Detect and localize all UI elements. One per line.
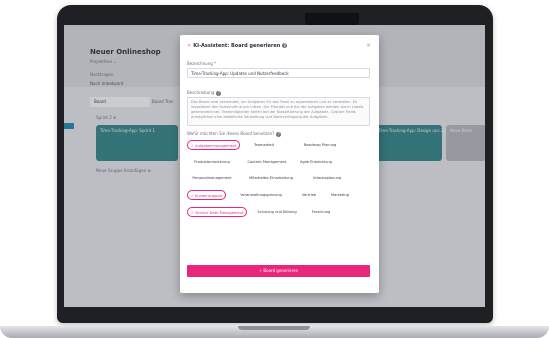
description-label: Beschreibung? bbox=[187, 90, 222, 96]
usage-chip[interactable]: Marketing bbox=[326, 190, 354, 200]
description-textarea[interactable]: Das Board wird verwendet, um Aufgaben fü… bbox=[187, 97, 370, 126]
usage-chip[interactable]: Teamarbeit bbox=[248, 140, 280, 150]
laptop-base-notch bbox=[238, 326, 310, 330]
usage-chip[interactable]: Kundensupport bbox=[187, 190, 227, 200]
help-icon[interactable]: ? bbox=[216, 90, 222, 96]
close-icon[interactable]: × bbox=[366, 42, 371, 49]
usage-chip[interactable]: Forschung bbox=[308, 207, 334, 217]
description-label-text: Beschreibung bbox=[187, 90, 215, 95]
usage-chip[interactable]: Content Management bbox=[242, 157, 292, 167]
usage-chip[interactable]: Veranstaltungsplanung bbox=[232, 190, 290, 200]
modal-title: ✧ KI-Assistent: Board generieren? bbox=[187, 43, 288, 49]
usage-chip[interactable]: Agile Entwicklung bbox=[296, 157, 336, 167]
generate-board-button[interactable]: ✧ Board generieren bbox=[187, 265, 370, 277]
modal-title-text: KI-Assistent: Board generieren bbox=[193, 43, 281, 49]
usage-chip[interactable]: Service Desk Management bbox=[187, 207, 248, 217]
usage-chip[interactable]: Mitarbeiter-Einarbeitung bbox=[242, 173, 300, 183]
help-icon[interactable]: ? bbox=[276, 131, 282, 137]
usage-chip[interactable]: Schulung und Bildung bbox=[252, 207, 302, 217]
magic-wand-icon: ✧ bbox=[187, 43, 192, 49]
usage-chip[interactable]: Personalmanagement bbox=[187, 173, 237, 183]
usage-chip[interactable]: Aufgabenmanagement bbox=[187, 140, 241, 150]
ai-board-modal: ✧ KI-Assistent: Board generieren? × Bezei… bbox=[180, 35, 379, 293]
usage-label: Wofür möchten Sie dieses Board benutzen?… bbox=[187, 131, 282, 137]
usage-label-text: Wofür möchten Sie dieses Board benutzen? bbox=[187, 131, 275, 136]
laptop-screen: Neuer Onlineshop Projektfase ⌄ Nachtrage… bbox=[64, 25, 485, 307]
usage-chip[interactable]: Produktentwicklung bbox=[187, 157, 237, 167]
name-label: Bezeichnung * bbox=[187, 61, 217, 66]
usage-chip[interactable]: Urlaubsplanung bbox=[308, 173, 346, 183]
help-icon[interactable]: ? bbox=[282, 43, 288, 48]
name-input[interactable]: Time-Tracking-App: Updates und Nutzerfee… bbox=[187, 68, 370, 78]
usage-chip[interactable]: Roadmap Planung bbox=[297, 140, 343, 150]
usage-chip[interactable]: Vertrieb bbox=[296, 190, 322, 200]
